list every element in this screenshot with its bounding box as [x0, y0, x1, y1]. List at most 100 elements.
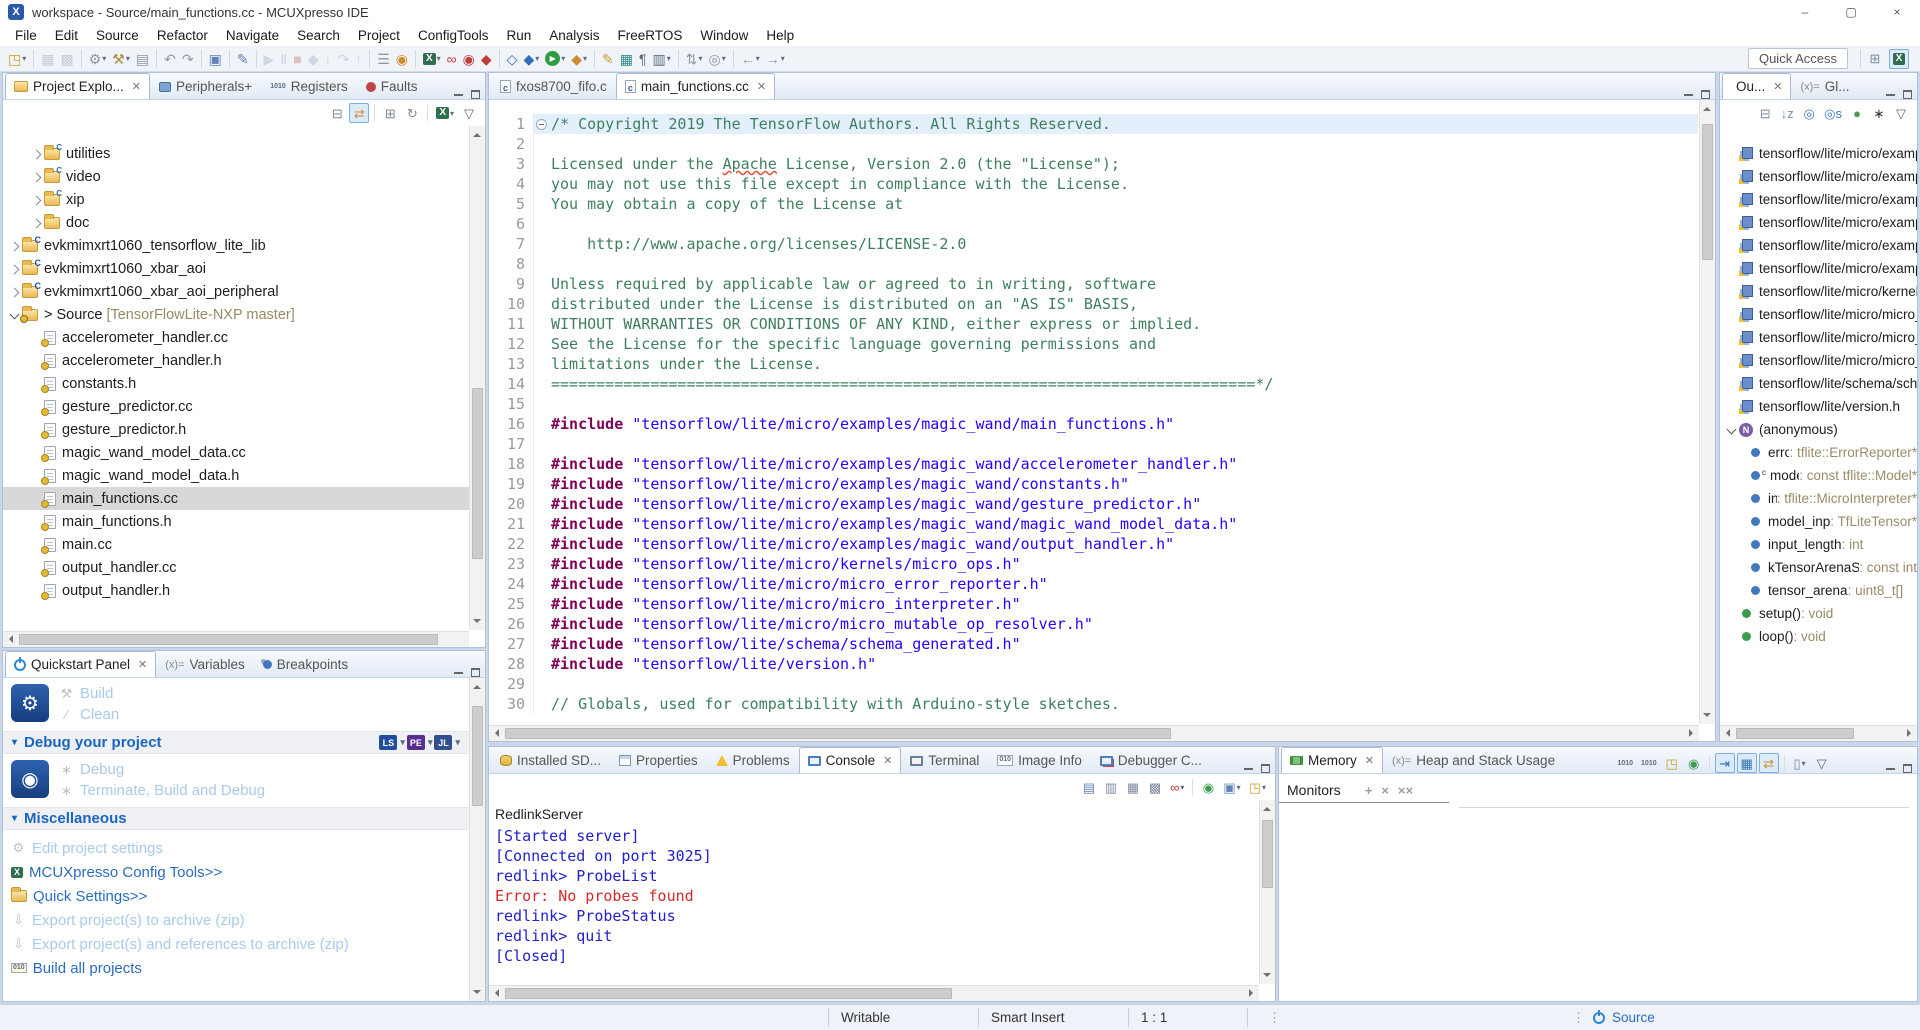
tree-item-output-handler-cc[interactable]: output_handler.cc: [3, 556, 469, 579]
scrollbar-thumb[interactable]: [1702, 124, 1713, 260]
new-memory-view-icon[interactable]: ◳: [1662, 753, 1682, 773]
console-output[interactable]: RedlinkServer [Started server][Connected…: [489, 800, 1258, 984]
code-line[interactable]: 2: [489, 134, 1698, 154]
remove-monitor-icon[interactable]: ×: [1381, 783, 1389, 798]
code-line[interactable]: 22#include "tensorflow/lite/micro/exampl…: [489, 534, 1698, 554]
resume-icon[interactable]: ▶: [261, 48, 278, 70]
code-line[interactable]: 4you may not use this file except in com…: [489, 174, 1698, 194]
code-line[interactable]: 28#include "tensorflow/lite/version.h": [489, 654, 1698, 674]
outline-item-input-length[interactable]: input_length : int: [1720, 533, 1917, 556]
scrollbar-thumb[interactable]: [505, 988, 952, 999]
mcux-filter-icon[interactable]: X▾: [433, 103, 457, 123]
scroll-up-icon[interactable]: [1703, 103, 1711, 111]
close-button[interactable]: ×: [1874, 0, 1920, 24]
dropdown-arrow-icon[interactable]: ▾: [1180, 783, 1184, 792]
dropdown-arrow-icon[interactable]: ▾: [722, 54, 726, 63]
console-tab-properties[interactable]: Properties: [610, 747, 707, 773]
vertical-scrollbar[interactable]: [469, 678, 485, 1001]
step-into-icon[interactable]: ↓: [321, 48, 334, 70]
terminate-icon[interactable]: ■: [290, 48, 304, 70]
dropdown-arrow-icon[interactable]: ▾: [428, 737, 433, 748]
scroll-right-icon[interactable]: [1907, 729, 1915, 737]
outline-item-loop[interactable]: loop() : void: [1720, 625, 1917, 648]
menu-file[interactable]: File: [6, 26, 46, 45]
dropdown-arrow-icon[interactable]: ▾: [1237, 783, 1241, 792]
tree-item-output-handler-h[interactable]: output_handler.h: [3, 579, 469, 602]
undo-icon[interactable]: ↶: [161, 48, 179, 70]
new-rendering-icon[interactable]: 1010: [1638, 753, 1660, 773]
outline-item-model[interactable]: cmodel : const tflite::Model*: [1720, 464, 1917, 487]
misc-section-header[interactable]: ▾ Miscellaneous: [3, 807, 469, 830]
show-whitespace-icon[interactable]: ¶: [636, 48, 650, 70]
scroll-up-icon[interactable]: [473, 681, 481, 689]
forward-history-icon[interactable]: →▾: [763, 48, 788, 70]
step-return-icon[interactable]: ↑: [352, 48, 365, 70]
code-line[interactable]: 26#include "tensorflow/lite/micro/micro_…: [489, 614, 1698, 634]
collapse-fold-icon[interactable]: [536, 119, 547, 130]
code-line[interactable]: 27#include "tensorflow/lite/schema/schem…: [489, 634, 1698, 654]
show-instruction-stepping-icon[interactable]: ☰: [374, 48, 393, 70]
collapse-all-icon[interactable]: ⊟: [1755, 103, 1775, 123]
tree-item-accelerometer-handler-h[interactable]: accelerometer_handler.h: [3, 349, 469, 372]
outline-item-model-input[interactable]: model_input : TfLiteTensor*: [1720, 510, 1917, 533]
code-line[interactable]: 7 http://www.apache.org/licenses/LICENSE…: [489, 234, 1698, 254]
dropdown-arrow-icon[interactable]: ▾: [1802, 759, 1806, 768]
open-console-icon[interactable]: ▣: [206, 48, 225, 70]
console-tab-debugger-c[interactable]: Debugger C...: [1091, 747, 1211, 773]
scroll-right-icon[interactable]: [1689, 729, 1697, 737]
vertical-scrollbar[interactable]: [1259, 800, 1275, 984]
open-new-console-icon[interactable]: ◳▾: [1246, 777, 1269, 797]
code-line[interactable]: 6: [489, 214, 1698, 234]
outline-item-tensorflow-lite-micro-examples-magic-wand-accelerometer-handler-h[interactable]: tensorflow/lite/micro/examples/magic_wan…: [1720, 165, 1917, 188]
debug-select-icon[interactable]: ◆▾: [520, 48, 542, 70]
menu-source[interactable]: Source: [87, 26, 148, 45]
console-tab-image-info[interactable]: 010Image Info: [988, 747, 1090, 773]
profile-run-icon[interactable]: ◆▾: [568, 48, 590, 70]
memory-grid-icon[interactable]: ▦: [617, 48, 636, 70]
develop-perspective-button[interactable]: X: [1889, 49, 1909, 69]
clear-console-icon[interactable]: ▤: [1079, 777, 1099, 797]
menu-navigate[interactable]: Navigate: [217, 26, 288, 45]
scroll-up-icon[interactable]: [1263, 803, 1271, 811]
tree-item-gesture-predictor-cc[interactable]: gesture_predictor.cc: [3, 395, 469, 418]
terminate-link-icon[interactable]: ∞▾: [1167, 777, 1187, 797]
scroll-down-icon[interactable]: [1703, 713, 1711, 721]
code-line[interactable]: 30// Globals, used for compatibility wit…: [489, 694, 1698, 714]
tree-item-doc[interactable]: doc: [3, 211, 469, 234]
tree-item-accelerometer-handler-cc[interactable]: accelerometer_handler.cc: [3, 326, 469, 349]
code-line[interactable]: 12See the License for the specific langu…: [489, 334, 1698, 354]
fault-analyzer-icon[interactable]: ◆: [478, 48, 495, 70]
tree-item-evkmimxrt1060-xbar-aoi[interactable]: evkmimxrt1060_xbar_aoi: [3, 257, 469, 280]
tree-item-magic-wand-model-data-h[interactable]: magic_wand_model_data.h: [3, 464, 469, 487]
explorer-tab-registers[interactable]: 1010Registers: [261, 73, 357, 99]
dropdown-arrow-icon[interactable]: ▾: [102, 54, 106, 63]
probe-ls-button[interactable]: LS: [379, 735, 397, 750]
tree-item-evkmimxrt1060-tensorflow-lite-lib[interactable]: evkmimxrt1060_tensorflow_lite_lib: [3, 234, 469, 257]
outline-item-tensorflow-lite-micro-micro-error-reporter-h[interactable]: tensorflow/lite/micro/micro_error_report…: [1720, 303, 1917, 326]
horizontal-scrollbar[interactable]: [3, 631, 469, 647]
tree-item-main-cc[interactable]: main.cc: [3, 533, 469, 556]
explorer-tab-peripherals[interactable]: Peripherals+: [150, 73, 261, 99]
scrollbar-thumb[interactable]: [1262, 820, 1273, 888]
minimize-icon[interactable]: [1684, 93, 1693, 96]
build-icon[interactable]: ⚒▾: [109, 48, 133, 70]
quickstart-tab-quickstart-panel[interactable]: Quickstart Panel✕: [5, 651, 156, 677]
hide-fields-icon[interactable]: ◎: [1799, 103, 1819, 123]
refresh-icon[interactable]: ↻: [402, 103, 422, 123]
debug-new-icon[interactable]: ◇: [504, 48, 521, 70]
code-line[interactable]: 25#include "tensorflow/lite/micro/micro_…: [489, 594, 1698, 614]
add-monitor-icon[interactable]: +: [1365, 783, 1373, 798]
maximize-button[interactable]: ▢: [1828, 0, 1874, 24]
code-line[interactable]: 16#include "tensorflow/lite/micro/exampl…: [489, 414, 1698, 434]
outline-item-tensorflow-lite-version-h[interactable]: tensorflow/lite/version.h: [1720, 395, 1917, 418]
scroll-up-icon[interactable]: [473, 129, 481, 137]
dropdown-arrow-icon[interactable]: ▾: [535, 54, 539, 63]
scrollbar-thumb[interactable]: [472, 388, 483, 559]
scrollbar-thumb[interactable]: [505, 728, 1171, 739]
tree-item-gesture-predictor-h[interactable]: gesture_predictor.h: [3, 418, 469, 441]
scrollbar-thumb[interactable]: [19, 634, 438, 645]
hide-static-icon[interactable]: ◎s: [1821, 103, 1845, 123]
close-icon[interactable]: ✕: [138, 658, 147, 671]
pin-console-icon[interactable]: ◉: [1198, 777, 1218, 797]
dropdown-arrow-icon[interactable]: ▾: [126, 54, 130, 63]
